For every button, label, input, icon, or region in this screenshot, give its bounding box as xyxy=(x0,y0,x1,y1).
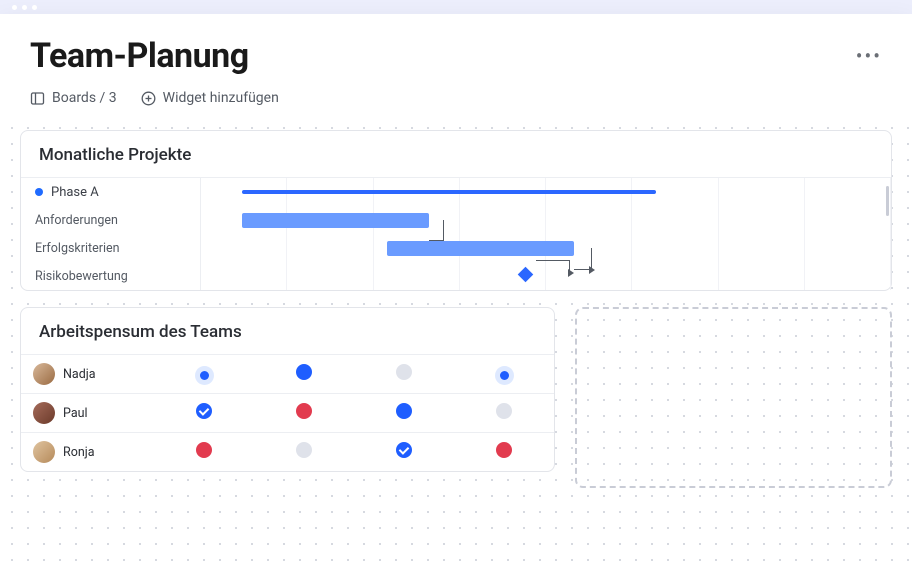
phase-label: Phase A xyxy=(51,185,99,200)
status-dot[interactable] xyxy=(500,371,509,380)
gantt-scrollbar[interactable] xyxy=(886,186,889,216)
avatar xyxy=(33,363,55,385)
widget-drop-zone[interactable] xyxy=(575,307,892,488)
status-dot[interactable] xyxy=(296,442,312,458)
gantt-summary-bar[interactable] xyxy=(242,190,656,194)
traffic-light-dot xyxy=(12,5,17,10)
gantt-timeline[interactable] xyxy=(201,178,891,290)
status-dot[interactable] xyxy=(396,403,412,419)
add-widget-label: Widget hinzufügen xyxy=(163,90,279,106)
member-name: Paul xyxy=(63,406,88,421)
more-menu-button[interactable]: ••• xyxy=(856,44,882,68)
avatar xyxy=(33,402,55,424)
gantt-task-row[interactable]: Risikobewertung xyxy=(21,262,200,290)
status-dot[interactable] xyxy=(200,371,209,380)
dashboard-canvas[interactable]: Monatliche Projekte Phase A Anforderunge… xyxy=(0,116,912,568)
status-dot[interactable] xyxy=(496,442,512,458)
gantt-task-row[interactable]: Anforderungen xyxy=(21,206,200,234)
phase-dot-icon xyxy=(35,188,43,196)
status-dot-check[interactable] xyxy=(196,403,212,419)
workload-row: Nadja xyxy=(21,355,554,394)
window-titlebar xyxy=(0,0,912,14)
gantt-bar[interactable] xyxy=(387,241,573,256)
gantt-task-row[interactable]: Erfolgskriterien xyxy=(21,234,200,262)
panel-left-icon xyxy=(30,91,45,106)
gantt-card[interactable]: Monatliche Projekte Phase A Anforderunge… xyxy=(20,130,892,291)
status-dot[interactable] xyxy=(296,364,312,380)
gantt-task-list: Phase A Anforderungen Erfolgskriterien R… xyxy=(21,178,201,290)
traffic-light-dot xyxy=(32,5,37,10)
workload-title: Arbeitspensum des Teams xyxy=(21,308,554,354)
gantt-phase-row[interactable]: Phase A xyxy=(21,178,200,206)
status-dot[interactable] xyxy=(196,442,212,458)
workload-row: Paul xyxy=(21,394,554,433)
member-name: Ronja xyxy=(63,445,95,460)
status-dot[interactable] xyxy=(296,403,312,419)
boards-label: Boards / 3 xyxy=(52,90,117,106)
add-widget-button[interactable]: Widget hinzufügen xyxy=(141,90,279,106)
plus-circle-icon xyxy=(141,91,156,106)
page-title: Team-Planung xyxy=(30,36,249,76)
member-name: Nadja xyxy=(63,367,96,382)
status-dot-check[interactable] xyxy=(396,442,412,458)
status-dot[interactable] xyxy=(496,403,512,419)
boards-breadcrumb[interactable]: Boards / 3 xyxy=(30,90,117,106)
gantt-bar[interactable] xyxy=(242,213,428,228)
workload-card[interactable]: Arbeitspensum des Teams Nadja Paul xyxy=(20,307,555,472)
status-dot[interactable] xyxy=(396,364,412,380)
avatar xyxy=(33,441,55,463)
workload-row: Ronja xyxy=(21,433,554,472)
gantt-milestone-icon[interactable] xyxy=(517,267,533,283)
gantt-title: Monatliche Projekte xyxy=(21,131,891,177)
traffic-light-dot xyxy=(22,5,27,10)
